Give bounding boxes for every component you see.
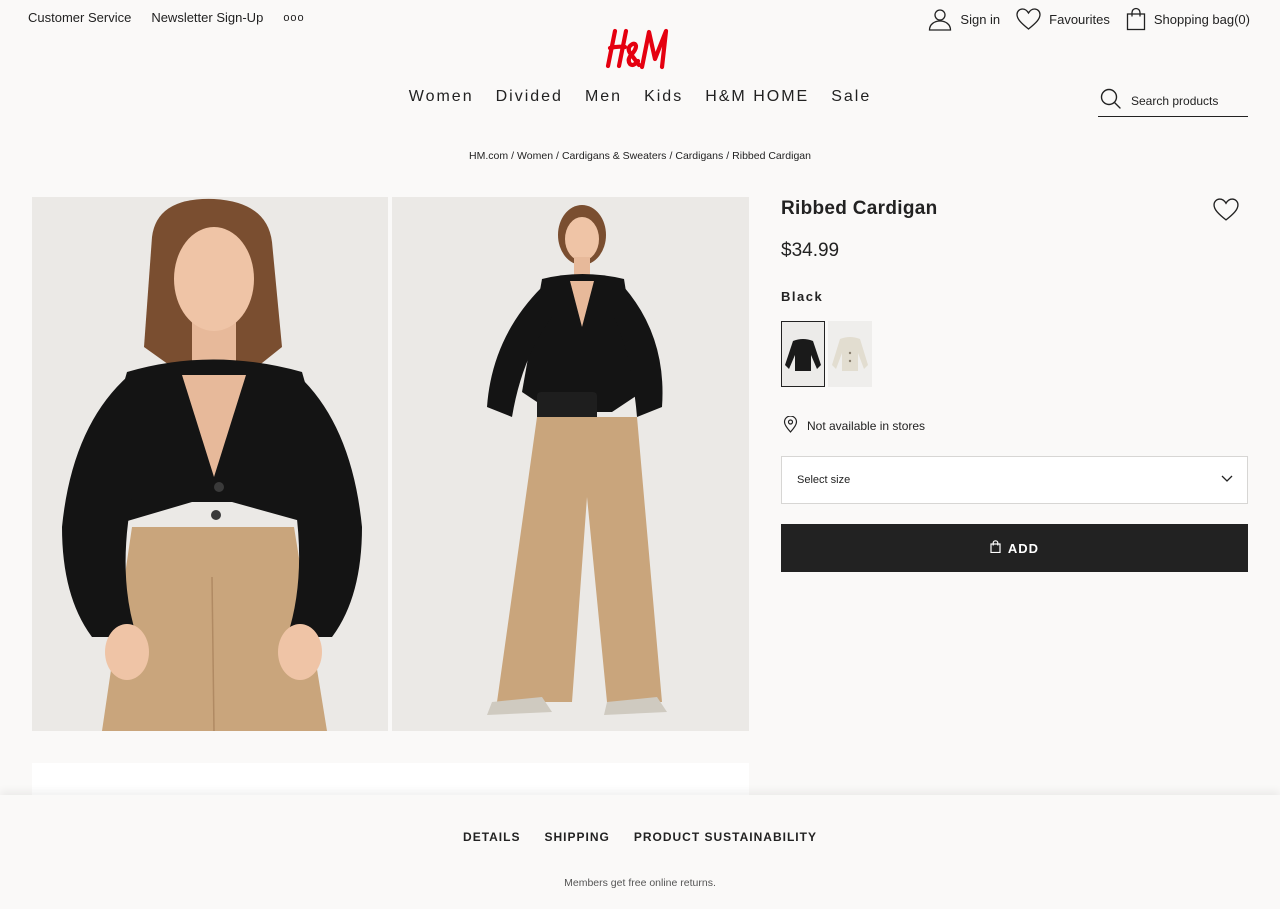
add-to-bag-label: ADD <box>1007 540 1040 556</box>
hm-logo[interactable] <box>605 25 675 73</box>
location-pin-icon <box>783 415 798 436</box>
nav-divided[interactable]: Divided <box>496 88 563 106</box>
breadcrumb-item-current[interactable]: Ribbed Cardigan <box>732 150 811 162</box>
main-navigation: Women Divided Men Kids H&M HOME Sale <box>0 88 1280 106</box>
product-info-tabs: DETAILS SHIPPING PRODUCT SUSTAINABILITY <box>0 830 1280 844</box>
nav-men[interactable]: Men <box>585 88 622 106</box>
product-info-bar: DETAILS SHIPPING PRODUCT SUSTAINABILITY … <box>0 795 1280 909</box>
swatch-beige-thumbnail <box>828 321 872 387</box>
add-to-favourites-heart-icon[interactable] <box>1213 198 1239 226</box>
selected-color-name: Black <box>781 289 824 304</box>
shopping-bag-label: Shopping bag(0) <box>1153 11 1250 27</box>
favourites-label: Favourites <box>1049 11 1110 27</box>
account-links: Sign in Favourites Shopping bag(0) <box>928 7 1250 31</box>
heart-icon <box>1016 8 1041 30</box>
free-returns-note: Members get free online returns. <box>564 877 716 889</box>
nav-women[interactable]: Women <box>409 88 474 106</box>
breadcrumb-separator: / <box>669 150 673 162</box>
sign-in-label: Sign in <box>960 11 1001 27</box>
swatch-black-thumbnail <box>781 321 825 387</box>
product-image-front[interactable] <box>32 197 388 731</box>
nav-kids[interactable]: Kids <box>644 88 683 106</box>
breadcrumb-separator: / <box>726 150 730 162</box>
breadcrumb-item[interactable]: Cardigans & Sweaters <box>562 150 666 162</box>
product-title: Ribbed Cardigan <box>781 198 938 219</box>
bag-icon <box>1126 7 1146 31</box>
shopping-bag-link[interactable]: Shopping bag(0) <box>1126 7 1250 31</box>
color-swatch-black[interactable] <box>781 321 825 387</box>
bag-icon <box>990 540 1001 556</box>
model-full-illustration <box>392 197 749 731</box>
utility-links: Customer Service Newsletter Sign-Up ooo <box>28 10 305 25</box>
user-icon <box>928 7 952 31</box>
breadcrumb: HM.com / Women / Cardigans & Sweaters / Cardig… <box>0 150 1280 162</box>
more-menu-button[interactable]: ooo <box>283 12 304 24</box>
nav-sale[interactable]: Sale <box>831 88 871 106</box>
model-front-illustration <box>32 197 388 731</box>
breadcrumb-item[interactable]: HM.com <box>469 150 508 162</box>
breadcrumb-item[interactable]: Women <box>517 150 553 162</box>
store-availability: Not available in stores <box>783 415 926 436</box>
search-box <box>1098 86 1248 117</box>
hm-logo-mark <box>605 28 669 70</box>
color-swatch-light-beige[interactable] <box>828 321 872 387</box>
customer-service-link[interactable]: Customer Service <box>28 10 131 25</box>
breadcrumb-separator: / <box>556 150 559 162</box>
sign-in-link[interactable]: Sign in <box>928 7 1000 31</box>
size-select[interactable]: Select size <box>781 456 1248 504</box>
newsletter-link[interactable]: Newsletter Sign-Up <box>151 10 263 25</box>
tab-product-sustainability[interactable]: PRODUCT SUSTAINABILITY <box>634 830 817 844</box>
product-image-full[interactable] <box>392 197 749 731</box>
add-to-bag-button[interactable]: ADD <box>781 524 1248 572</box>
breadcrumb-item[interactable]: Cardigans <box>675 150 723 162</box>
breadcrumb-separator: / <box>511 150 515 162</box>
search-icon[interactable] <box>1100 88 1121 114</box>
nav-hm-home[interactable]: H&M HOME <box>705 88 809 106</box>
store-availability-text: Not available in stores <box>807 419 926 433</box>
chevron-down-icon <box>1221 474 1233 486</box>
tab-details[interactable]: DETAILS <box>463 830 520 844</box>
search-input[interactable] <box>1131 94 1241 108</box>
favourites-link[interactable]: Favourites <box>1016 8 1110 30</box>
tab-shipping[interactable]: SHIPPING <box>544 830 609 844</box>
size-select-placeholder: Select size <box>797 474 851 486</box>
product-price: $34.99 <box>781 240 840 261</box>
